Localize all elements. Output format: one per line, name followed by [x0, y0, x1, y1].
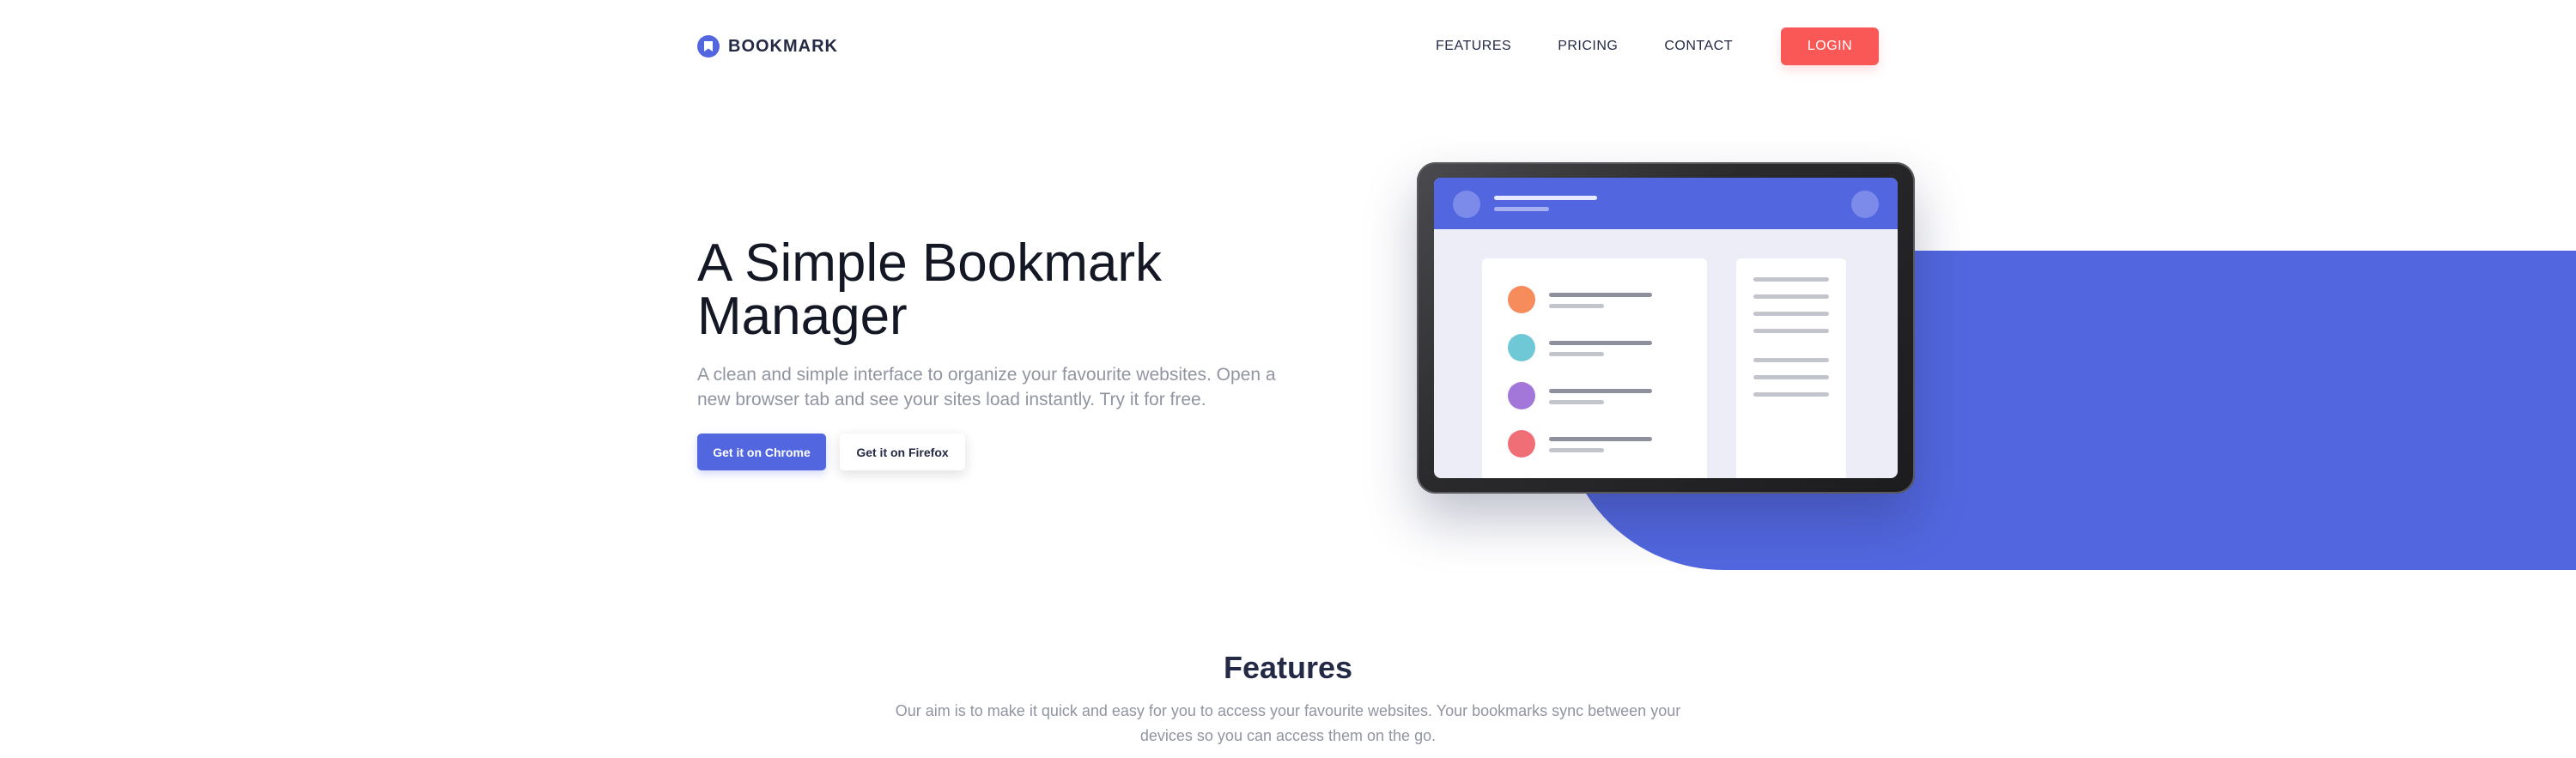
get-firefox-button[interactable]: Get it on Firefox	[840, 434, 965, 470]
bookmark-subtitle-placeholder	[1549, 352, 1604, 356]
get-chrome-button[interactable]: Get it on Chrome	[697, 434, 826, 470]
side-line-placeholder	[1753, 329, 1829, 333]
hero-buttons: Get it on Chrome Get it on Firefox	[697, 434, 965, 470]
bookmark-subtitle-placeholder	[1549, 304, 1604, 308]
side-panel	[1736, 258, 1846, 478]
bookmark-subtitle-placeholder	[1549, 400, 1604, 404]
side-line-placeholder	[1753, 358, 1829, 362]
features-description: Our aim is to make it quick and easy for…	[895, 702, 1681, 744]
bookmark-dot	[1508, 286, 1535, 313]
bookmark-row	[1508, 334, 1680, 363]
nav-link-contact[interactable]: CONTACT	[1664, 39, 1733, 54]
bookmark-row	[1508, 430, 1680, 459]
side-line-placeholder	[1753, 277, 1829, 282]
tablet-illustration	[1417, 162, 1915, 494]
hero-title: A Simple Bookmark Manager	[697, 233, 1162, 346]
bookmark-title-placeholder	[1549, 389, 1652, 393]
header-line-placeholder	[1494, 196, 1597, 200]
side-line-placeholder	[1753, 392, 1829, 397]
hero-description: A clean and simple interface to organize…	[697, 365, 1276, 409]
nav-link-features[interactable]: FEATURES	[1436, 39, 1511, 54]
brand-name: BOOKMARK	[728, 36, 838, 56]
brand-logo[interactable]: BOOKMARK	[697, 34, 838, 58]
main-nav: FEATURES PRICING CONTACT LOGIN	[1436, 27, 1879, 65]
avatar-placeholder	[1453, 191, 1480, 218]
side-line-placeholder	[1753, 375, 1829, 379]
login-button[interactable]: LOGIN	[1781, 27, 1879, 65]
bookmark-subtitle-placeholder	[1549, 448, 1604, 452]
bookmark-title-placeholder	[1549, 437, 1652, 441]
bookmark-row	[1508, 286, 1680, 315]
tablet-screen	[1434, 178, 1898, 478]
bookmark-dot	[1508, 334, 1535, 361]
bookmark-title-placeholder	[1549, 293, 1652, 297]
header-subline-placeholder	[1494, 207, 1549, 211]
features-title: Features	[1223, 650, 1353, 685]
bookmark-dot	[1508, 382, 1535, 409]
bookmark-dot	[1508, 430, 1535, 458]
screen-header	[1434, 178, 1898, 229]
header-circle-placeholder	[1851, 191, 1879, 218]
side-line-placeholder	[1753, 294, 1829, 299]
side-line-placeholder	[1753, 312, 1829, 316]
nav-link-pricing[interactable]: PRICING	[1558, 39, 1618, 54]
bookmark-row	[1508, 382, 1680, 411]
bookmark-title-placeholder	[1549, 341, 1652, 345]
bookmark-list-card	[1482, 258, 1707, 478]
bookmark-icon	[697, 35, 720, 58]
